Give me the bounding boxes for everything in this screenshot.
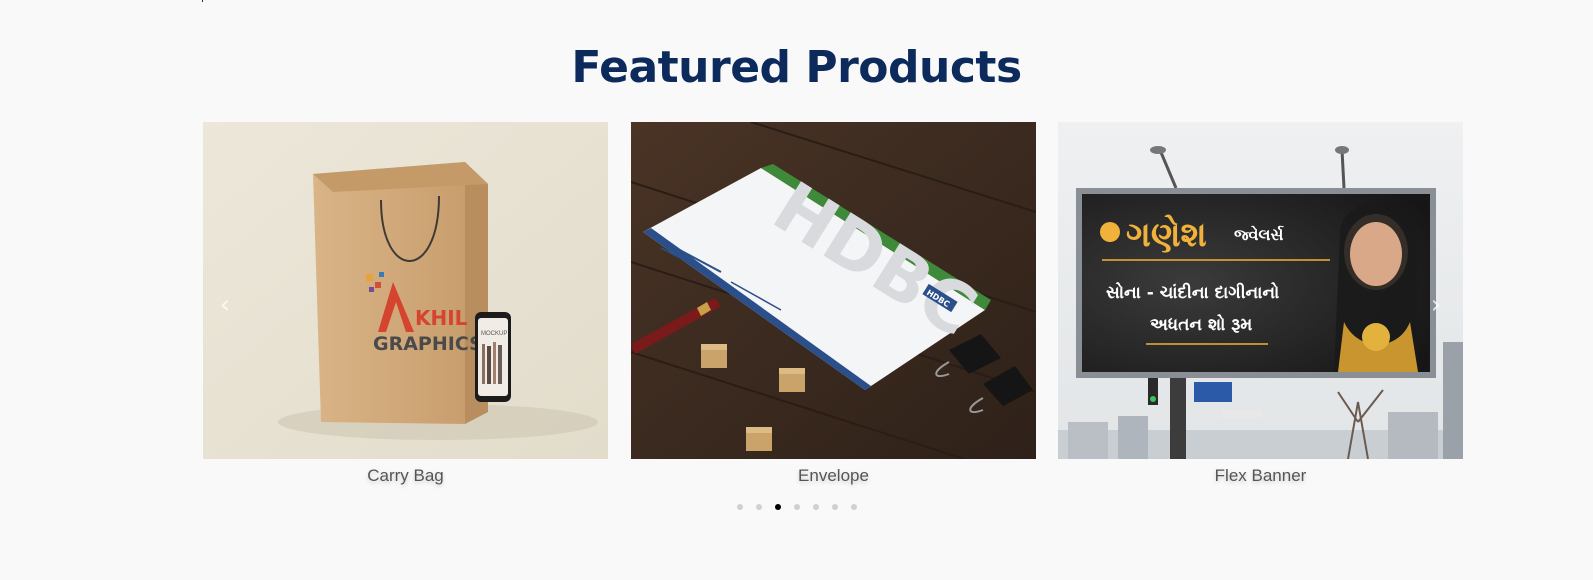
banner-line2: અધતન શો રૂમ bbox=[1150, 313, 1252, 335]
carousel-dot-2[interactable] bbox=[755, 504, 762, 510]
carousel-dot-7[interactable] bbox=[850, 504, 857, 510]
banner-shop-name: ગણેશ bbox=[1126, 214, 1207, 255]
chevron-left-icon[interactable]: ‹ bbox=[213, 290, 237, 320]
product-name[interactable]: Flex Banner bbox=[1058, 466, 1463, 486]
banner-line1: સોના - ચાંદીના દાગીનાનો bbox=[1106, 281, 1279, 303]
chevron-right-icon[interactable]: › bbox=[1424, 290, 1448, 320]
product-carousel: KHIL GRAPHICS MOCKUP Carry Bag HDBC HDBC… bbox=[203, 122, 1463, 492]
carousel-dot-3[interactable] bbox=[774, 504, 781, 510]
bag-brand-line1: KHIL bbox=[415, 306, 468, 330]
carousel-dot-4[interactable] bbox=[793, 504, 800, 510]
product-card-carry-bag[interactable]: KHIL GRAPHICS MOCKUP Carry Bag bbox=[203, 122, 608, 486]
carousel-dot-5[interactable] bbox=[812, 504, 819, 510]
phone-mockup-label: MOCKUP bbox=[481, 331, 507, 337]
carousel-dot-1[interactable] bbox=[736, 504, 743, 510]
carousel-pagination bbox=[0, 504, 1593, 510]
product-card-envelope[interactable]: HDBC HDBC Envelope bbox=[631, 122, 1036, 486]
product-image-carry-bag[interactable]: KHIL GRAPHICS MOCKUP bbox=[203, 122, 608, 459]
product-name[interactable]: Envelope bbox=[631, 466, 1036, 486]
section-title: Featured Products bbox=[571, 42, 1022, 93]
banner-shop-suffix: જ્વેલર્સ bbox=[1234, 224, 1284, 244]
product-card-flex-banner[interactable]: ગણેશ જ્વેલર્સ સોના - ચાંદીના દાગીનાનો અધ… bbox=[1058, 122, 1463, 486]
top-tick-mark bbox=[202, 0, 203, 2]
bag-brand-line2: GRAPHICS bbox=[373, 333, 483, 355]
product-name[interactable]: Carry Bag bbox=[203, 466, 608, 486]
product-image-envelope[interactable]: HDBC HDBC bbox=[631, 122, 1036, 459]
product-image-flex-banner[interactable]: ગણેશ જ્વેલર્સ સોના - ચાંદીના દાગીનાનો અધ… bbox=[1058, 122, 1463, 459]
carousel-dot-6[interactable] bbox=[831, 504, 838, 510]
